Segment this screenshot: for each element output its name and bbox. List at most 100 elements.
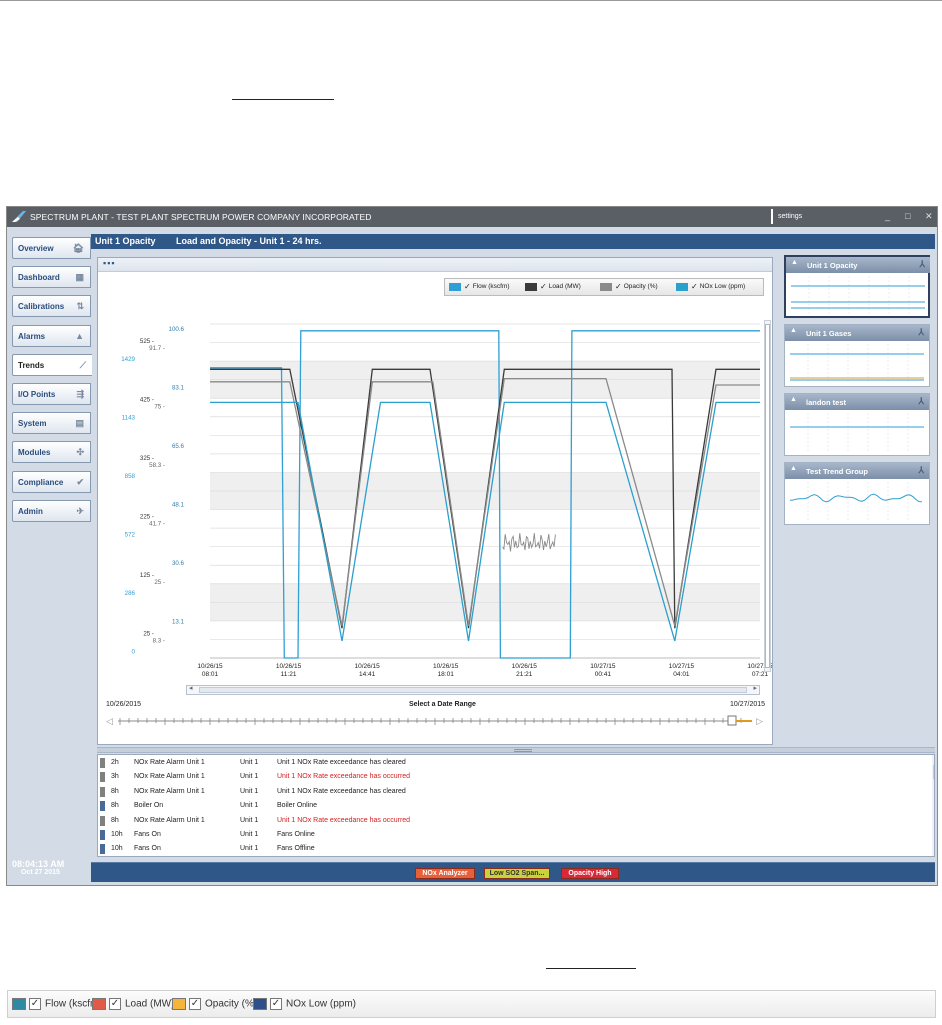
legend-item[interactable]: ✓ Opacity (%)	[600, 282, 658, 291]
collapse-icon[interactable]: ▲	[790, 465, 797, 472]
chart-horizontal-scrollbar[interactable]: ◂ ▸	[186, 685, 760, 695]
footer-legend-item[interactable]: ✓ Load (MW)	[92, 998, 174, 1010]
trend-icon: ⟋	[79, 359, 86, 370]
range-handle[interactable]	[727, 715, 737, 726]
x-tick-time: 14:41	[359, 671, 376, 678]
trend-group-card[interactable]: ▲ Unit 1 Gases ⅄	[784, 324, 930, 387]
underline-mark	[232, 99, 334, 100]
nav-overview[interactable]: Overview 🏠︎	[12, 237, 91, 259]
footer-legend-item[interactable]: ✓ NOx Low (ppm)	[253, 998, 356, 1010]
date-range-label: Select a Date Range	[409, 701, 476, 708]
checkbox[interactable]: ✓	[189, 998, 201, 1010]
legend-item[interactable]: ✓ Flow (kscfm)	[449, 282, 510, 291]
ruler-right-icon[interactable]: ▷	[756, 716, 763, 726]
network-icon: ⇶	[76, 389, 84, 399]
nav-compliance[interactable]: Compliance ✔	[12, 470, 91, 493]
trend-group-card[interactable]: ▲ Unit 1 Opacity ⅄	[784, 255, 930, 318]
status-badge[interactable]: NOx Analyzer	[415, 868, 475, 879]
y-tick-label: 30.6	[172, 560, 185, 567]
chart-band	[210, 361, 760, 380]
footer-legend-item[interactable]: ✓ Opacity (%)	[172, 998, 257, 1010]
event-row[interactable]: 10h Fans On Unit 1 Fans Offline	[98, 842, 928, 856]
status-badge[interactable]: Low SO2 Span...	[484, 868, 550, 879]
event-row[interactable]: 8h NOx Rate Alarm Unit 1 Unit 1 Unit 1 NOx …	[98, 785, 928, 799]
event-message: Unit 1 NOx Rate exceedance has cleared	[277, 759, 406, 766]
event-marker	[100, 815, 105, 826]
event-row[interactable]: 10h Fans On Unit 1 Fans Online	[98, 828, 928, 842]
status-badge[interactable]: Opacity High	[561, 868, 619, 879]
checkmark-icon[interactable]: ✓	[464, 282, 471, 291]
event-marker	[100, 844, 105, 855]
event-row[interactable]: 8h NOx Rate Alarm Unit 1 Unit 1 Unit 1 NOx …	[98, 814, 928, 828]
legend-item[interactable]: ✓ Load (MW)	[525, 282, 581, 291]
nav-calibrations[interactable]: Calibrations ⇅	[12, 295, 91, 318]
checkmark-icon[interactable]: ✓	[540, 282, 547, 291]
collapse-icon[interactable]: ▲	[790, 327, 797, 334]
event-row[interactable]: 3h NOx Rate Alarm Unit 1 Unit 1 Unit 1 NOx …	[98, 770, 928, 784]
scroll-right-icon[interactable]: ▸	[753, 684, 757, 692]
event-type: NOx Rate Alarm Unit 1	[134, 787, 205, 795]
event-row[interactable]: 8h Boiler On Unit 1 Boiler Online	[98, 799, 928, 813]
collapse-icon[interactable]: ▲	[791, 259, 798, 266]
scroll-up-icon[interactable]: ▲	[933, 756, 934, 762]
nav-label: I/O Points	[18, 390, 56, 399]
x-tick-date: 10/26/15	[197, 663, 223, 670]
nav-system[interactable]: System ▤	[12, 412, 91, 435]
pin-icon[interactable]: ⅄	[919, 327, 925, 338]
pin-icon[interactable]: ⅄	[920, 259, 926, 270]
settings-link[interactable]: settings	[771, 209, 802, 224]
scroll-left-icon[interactable]: ◂	[189, 684, 193, 692]
y-tick-label: 425 -	[140, 397, 154, 404]
event-message: Unit 1 NOx Rate exceedance has occurred	[277, 816, 411, 824]
date-range-slider[interactable]: ◁ ▷	[106, 714, 766, 734]
y-tick-label: 91.7 -	[149, 345, 165, 352]
clock-time: 08:04:13 AM	[12, 859, 65, 869]
event-type: Fans On	[134, 845, 161, 853]
nav-modules[interactable]: Modules ✣	[12, 441, 91, 464]
legend-item[interactable]: ✓ NOx Low (ppm)	[676, 282, 745, 291]
event-log: ▲ ▼ 2h NOx Rate Alarm Unit 1 Unit 1 Unit 1 …	[97, 754, 935, 857]
chart-band	[210, 639, 760, 658]
minimize-button[interactable]: _	[885, 211, 890, 221]
event-type: NOx Rate Alarm Unit 1	[134, 759, 205, 766]
ruler-left-icon[interactable]: ◁	[106, 716, 113, 726]
footer-legend-item[interactable]: ✓ Flow (kscfm)	[12, 998, 102, 1010]
thumb-series	[789, 493, 923, 503]
y-tick-label: 25 -	[154, 579, 165, 586]
scroll-thumb[interactable]	[199, 687, 747, 693]
legend-label: Flow (kscfm)	[472, 283, 510, 290]
sidebar: Overview 🏠︎ Dashboard ▦ Calibrations ⇅ Alarms ▲…	[7, 227, 92, 885]
x-tick-date: 10/26/15	[512, 663, 538, 670]
nav-trends[interactable]: Trends ⟋	[12, 353, 92, 376]
splitter-grip[interactable]	[514, 749, 532, 752]
nav-admin[interactable]: Admin ✈	[12, 499, 91, 522]
scroll-down-icon[interactable]: ▼	[933, 846, 934, 852]
nav-i-o-points[interactable]: I/O Points ⇶	[12, 383, 91, 405]
chart-band	[210, 583, 760, 603]
checkbox[interactable]: ✓	[270, 998, 282, 1010]
event-log-scrollbar[interactable]: ▲ ▼	[932, 755, 934, 856]
chart-vertical-scrollbar[interactable]	[764, 320, 771, 672]
event-row[interactable]: 2h NOx Rate Alarm Unit 1 Unit 1 Unit 1 NOx …	[98, 756, 928, 770]
pin-icon[interactable]: ⅄	[919, 396, 925, 407]
trend-group-card[interactable]: ▲ Test Trend Group ⅄	[784, 462, 930, 525]
trend-group-card[interactable]: ▲ landon test ⅄	[784, 393, 930, 456]
event-message: Fans Online	[277, 831, 315, 838]
checkmark-icon[interactable]: ✓	[615, 282, 622, 291]
checkmark-icon[interactable]: ✓	[691, 282, 698, 291]
checkbox[interactable]: ✓	[29, 998, 41, 1010]
chart-band	[210, 342, 760, 362]
maximize-button[interactable]: □	[905, 211, 910, 221]
y-tick-label: 8.3 -	[153, 638, 165, 645]
collapse-icon[interactable]: ▲	[790, 396, 797, 403]
scroll-thumb[interactable]	[765, 324, 770, 668]
checkbox[interactable]: ✓	[109, 998, 121, 1010]
close-button[interactable]: ✕	[925, 211, 933, 222]
panel-splitter[interactable]	[97, 747, 935, 753]
x-tick-time: 18:01	[438, 671, 455, 678]
nav-alarms[interactable]: Alarms ▲	[12, 324, 91, 347]
legend-swatch	[172, 998, 186, 1010]
pin-icon[interactable]: ⅄	[919, 465, 925, 476]
scroll-thumb[interactable]	[933, 765, 934, 779]
nav-dashboard[interactable]: Dashboard ▦	[12, 266, 91, 289]
